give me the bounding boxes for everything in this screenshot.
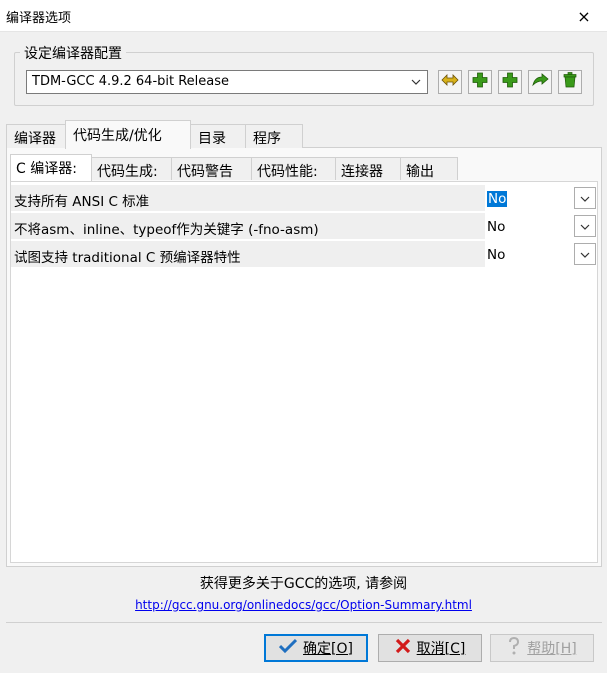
option-value[interactable]: No <box>487 247 505 263</box>
rename-icon <box>441 73 459 91</box>
subtab-label: 代码生成: <box>97 164 158 180</box>
delete-icon <box>563 72 577 92</box>
option-label: 试图支持 traditional C 预编译器特性 <box>11 241 485 267</box>
config-group-label: 设定编译器配置 <box>20 43 126 63</box>
subtab-label: 输出 <box>406 164 434 180</box>
subtab-c-compiler[interactable]: C 编译器: <box>10 154 92 181</box>
subtab-label: 连接器 <box>341 164 383 180</box>
tab-codegen-optimization[interactable]: 代码生成/优化 <box>65 120 191 149</box>
tab-label: 目录 <box>198 131 226 147</box>
option-row[interactable]: 支持所有 ANSI C 标准 No <box>11 185 597 212</box>
delete-config-button[interactable] <box>558 70 582 94</box>
close-button[interactable]: × <box>561 0 607 32</box>
help-button[interactable]: 帮助[H] <box>490 634 594 662</box>
subtab-label: C 编译器: <box>16 161 77 177</box>
gcc-options-link[interactable]: http://gcc.gnu.org/onlinedocs/gcc/Option… <box>0 598 607 612</box>
add-icon <box>472 72 488 92</box>
question-icon <box>507 636 521 659</box>
chevron-down-icon <box>580 191 590 206</box>
help-button-label: 帮助[H] <box>527 641 577 657</box>
option-row[interactable]: 不将asm、inline、typeof作为关键字 (-fno-asm) No <box>11 213 597 240</box>
tab-programs[interactable]: 程序 <box>245 124 303 148</box>
export-config-button[interactable] <box>528 70 552 94</box>
subtab-output[interactable]: 输出 <box>400 157 458 180</box>
option-row[interactable]: 试图支持 traditional C 预编译器特性 No <box>11 241 597 268</box>
divider <box>6 622 602 623</box>
chevron-down-icon <box>580 247 590 262</box>
chevron-down-icon <box>580 219 590 234</box>
title-bar: 编译器选项 × <box>0 0 607 32</box>
export-icon <box>531 73 549 91</box>
ok-button[interactable]: 确定[O] <box>264 634 368 662</box>
option-value[interactable]: No <box>487 219 505 235</box>
cancel-button[interactable]: 取消[C] <box>378 634 482 662</box>
close-icon: × <box>577 6 591 26</box>
option-label: 支持所有 ANSI C 标准 <box>11 185 485 211</box>
option-value[interactable]: No <box>487 191 508 207</box>
option-dropdown[interactable] <box>574 243 596 265</box>
gcc-info-text: 获得更多关于GCC的选项, 请参阅 <box>199 576 408 592</box>
tab-directories[interactable]: 目录 <box>190 124 246 148</box>
checkmark-icon <box>278 638 298 658</box>
option-label: 不将asm、inline、typeof作为关键字 (-fno-asm) <box>11 213 485 239</box>
window-title: 编译器选项 <box>6 11 72 26</box>
tab-label: 程序 <box>253 131 281 147</box>
add-config-copy-button[interactable] <box>498 70 522 94</box>
add-icon <box>502 72 518 92</box>
subtab-label: 代码性能: <box>257 164 318 180</box>
option-dropdown[interactable] <box>574 215 596 237</box>
cross-icon <box>395 638 411 658</box>
chevron-down-icon[interactable] <box>405 71 427 93</box>
cancel-button-label: 取消[C] <box>416 641 466 657</box>
subtab-label: 代码警告 <box>177 164 233 180</box>
subtab-warnings[interactable]: 代码警告 <box>171 157 252 180</box>
options-grid: 支持所有 ANSI C 标准 No 不将asm、inline、typeof作为关… <box>10 181 598 563</box>
add-config-button[interactable] <box>468 70 492 94</box>
subtab-performance[interactable]: 代码性能: <box>251 157 336 180</box>
tab-label: 编译器 <box>14 131 56 147</box>
rename-config-button[interactable] <box>438 70 462 94</box>
option-dropdown[interactable] <box>574 187 596 209</box>
compiler-config-select[interactable]: TDM-GCC 4.9.2 64-bit Release <box>26 70 428 94</box>
tab-compiler[interactable]: 编译器 <box>6 124 66 148</box>
subtab-linker[interactable]: 连接器 <box>335 157 401 180</box>
compiler-config-value: TDM-GCC 4.9.2 64-bit Release <box>32 74 230 89</box>
tab-label: 代码生成/优化 <box>73 128 162 144</box>
subtab-codegen[interactable]: 代码生成: <box>91 157 172 180</box>
ok-button-label: 确定[O] <box>303 641 353 657</box>
